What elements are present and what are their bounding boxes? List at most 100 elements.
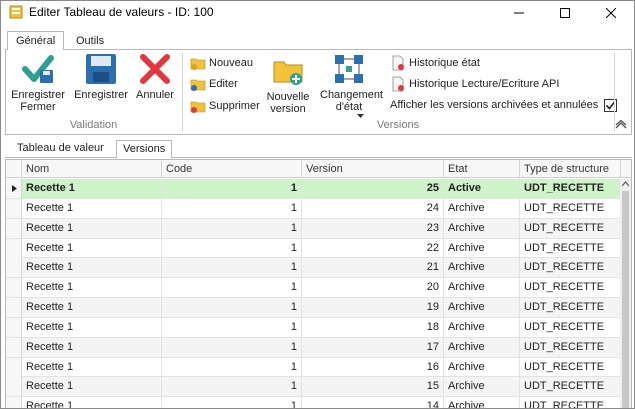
cell-type[interactable]: UDT_RECETTE: [520, 278, 621, 298]
cell-version[interactable]: 21: [302, 258, 444, 278]
row-indicator[interactable]: [6, 357, 22, 377]
cell-type[interactable]: UDT_RECETTE: [520, 357, 621, 377]
cell-version[interactable]: 18: [302, 317, 444, 337]
cell-etat[interactable]: Active: [444, 179, 520, 198]
column-header-nom[interactable]: Nom: [22, 160, 162, 178]
delete-button[interactable]: Supprimer: [190, 97, 260, 115]
tab-versions[interactable]: Versions: [116, 140, 173, 159]
cell-version[interactable]: 22: [302, 238, 444, 258]
cell-etat[interactable]: Archive: [444, 198, 520, 218]
save-button[interactable]: Enregistrer: [72, 52, 130, 101]
cell-version[interactable]: 14: [302, 397, 444, 408]
cell-version[interactable]: 17: [302, 337, 444, 357]
cell-etat[interactable]: Archive: [444, 278, 520, 298]
scroll-up-icon[interactable]: [622, 181, 629, 187]
history-rw-button[interactable]: Historique Lecture/Ecriture API: [390, 75, 559, 93]
row-indicator[interactable]: [6, 278, 22, 298]
maximize-button[interactable]: [542, 1, 588, 24]
table-row[interactable]: Recette 1 1 15 Archive UDT_RECETTE: [6, 377, 621, 398]
cell-type[interactable]: UDT_RECETTE: [520, 258, 621, 278]
cell-nom[interactable]: Recette 1: [22, 357, 162, 377]
cell-nom[interactable]: Recette 1: [22, 397, 162, 408]
row-indicator[interactable]: [6, 198, 22, 218]
cell-nom[interactable]: Recette 1: [22, 198, 162, 218]
cell-code[interactable]: 1: [162, 179, 302, 198]
cell-etat[interactable]: Archive: [444, 298, 520, 318]
new-version-button[interactable]: Nouvelle version: [262, 52, 314, 115]
tab-outils[interactable]: Outils: [67, 31, 113, 50]
cell-etat[interactable]: Archive: [444, 218, 520, 238]
cell-version[interactable]: 20: [302, 278, 444, 298]
column-header-type[interactable]: Type de structure: [520, 160, 621, 178]
cell-code[interactable]: 1: [162, 198, 302, 218]
edit-button[interactable]: Editer: [190, 75, 238, 93]
minimize-button[interactable]: [496, 1, 542, 24]
cell-nom[interactable]: Recette 1: [22, 298, 162, 318]
column-header-code[interactable]: Code: [162, 160, 302, 178]
table-row[interactable]: Recette 1 1 21 Archive UDT_RECETTE: [6, 258, 621, 279]
cell-etat[interactable]: Archive: [444, 377, 520, 397]
row-indicator[interactable]: [6, 317, 22, 337]
row-indicator[interactable]: [6, 258, 22, 278]
row-indicator[interactable]: [6, 298, 22, 318]
cell-code[interactable]: 1: [162, 357, 302, 377]
cell-version[interactable]: 16: [302, 357, 444, 377]
row-indicator[interactable]: [6, 179, 22, 198]
table-row[interactable]: Recette 1 1 18 Archive UDT_RECETTE: [6, 317, 621, 338]
table-row[interactable]: Recette 1 1 16 Archive UDT_RECETTE: [6, 357, 621, 378]
close-button[interactable]: [588, 1, 634, 24]
table-row[interactable]: Recette 1 1 24 Archive UDT_RECETTE: [6, 198, 621, 219]
cell-code[interactable]: 1: [162, 377, 302, 397]
cell-code[interactable]: 1: [162, 337, 302, 357]
cell-code[interactable]: 1: [162, 238, 302, 258]
history-state-button[interactable]: Historique état: [390, 54, 480, 72]
column-header-version[interactable]: Version: [302, 160, 444, 178]
cell-etat[interactable]: Archive: [444, 317, 520, 337]
cancel-button[interactable]: Annuler: [134, 52, 176, 101]
cell-code[interactable]: 1: [162, 397, 302, 408]
cell-nom[interactable]: Recette 1: [22, 337, 162, 357]
cell-type[interactable]: UDT_RECETTE: [520, 298, 621, 318]
cell-etat[interactable]: Archive: [444, 238, 520, 258]
state-change-dropdown[interactable]: Changement d'état: [318, 52, 383, 118]
tab-tableau-de-valeur[interactable]: Tableau de valeur: [11, 140, 110, 158]
cell-nom[interactable]: Recette 1: [22, 317, 162, 337]
cell-nom[interactable]: Recette 1: [22, 377, 162, 397]
table-row[interactable]: Recette 1 1 14 Archive UDT_RECETTE: [6, 397, 621, 408]
cell-type[interactable]: UDT_RECETTE: [520, 198, 621, 218]
cell-etat[interactable]: Archive: [444, 337, 520, 357]
cell-code[interactable]: 1: [162, 218, 302, 238]
row-indicator[interactable]: [6, 377, 22, 397]
row-indicator[interactable]: [6, 238, 22, 258]
cell-nom[interactable]: Recette 1: [22, 238, 162, 258]
cell-version[interactable]: 15: [302, 377, 444, 397]
cell-code[interactable]: 1: [162, 317, 302, 337]
cell-type[interactable]: UDT_RECETTE: [520, 337, 621, 357]
cell-code[interactable]: 1: [162, 298, 302, 318]
column-header-etat[interactable]: Etat: [444, 160, 520, 178]
table-row[interactable]: Recette 1 1 25 Active UDT_RECETTE: [6, 179, 621, 199]
cell-nom[interactable]: Recette 1: [22, 258, 162, 278]
cell-nom[interactable]: Recette 1: [22, 278, 162, 298]
tab-general[interactable]: Général: [7, 31, 64, 50]
cell-version[interactable]: 23: [302, 218, 444, 238]
table-row[interactable]: Recette 1 1 17 Archive UDT_RECETTE: [6, 337, 621, 358]
cell-nom[interactable]: Recette 1: [22, 218, 162, 238]
table-row[interactable]: Recette 1 1 20 Archive UDT_RECETTE: [6, 278, 621, 299]
cell-etat[interactable]: Archive: [444, 258, 520, 278]
new-button[interactable]: Nouveau: [190, 54, 253, 72]
cell-type[interactable]: UDT_RECETTE: [520, 377, 621, 397]
cell-version[interactable]: 24: [302, 198, 444, 218]
row-indicator[interactable]: [6, 397, 22, 408]
cell-type[interactable]: UDT_RECETTE: [520, 218, 621, 238]
cell-etat[interactable]: Archive: [444, 397, 520, 408]
cell-type[interactable]: UDT_RECETTE: [520, 397, 621, 408]
table-row[interactable]: Recette 1 1 22 Archive UDT_RECETTE: [6, 238, 621, 259]
row-indicator[interactable]: [6, 218, 22, 238]
table-row[interactable]: Recette 1 1 19 Archive UDT_RECETTE: [6, 298, 621, 318]
cell-type[interactable]: UDT_RECETTE: [520, 317, 621, 337]
cell-type[interactable]: UDT_RECETTE: [520, 238, 621, 258]
row-indicator[interactable]: [6, 337, 22, 357]
cell-type[interactable]: UDT_RECETTE: [520, 179, 621, 198]
cell-version[interactable]: 19: [302, 298, 444, 318]
